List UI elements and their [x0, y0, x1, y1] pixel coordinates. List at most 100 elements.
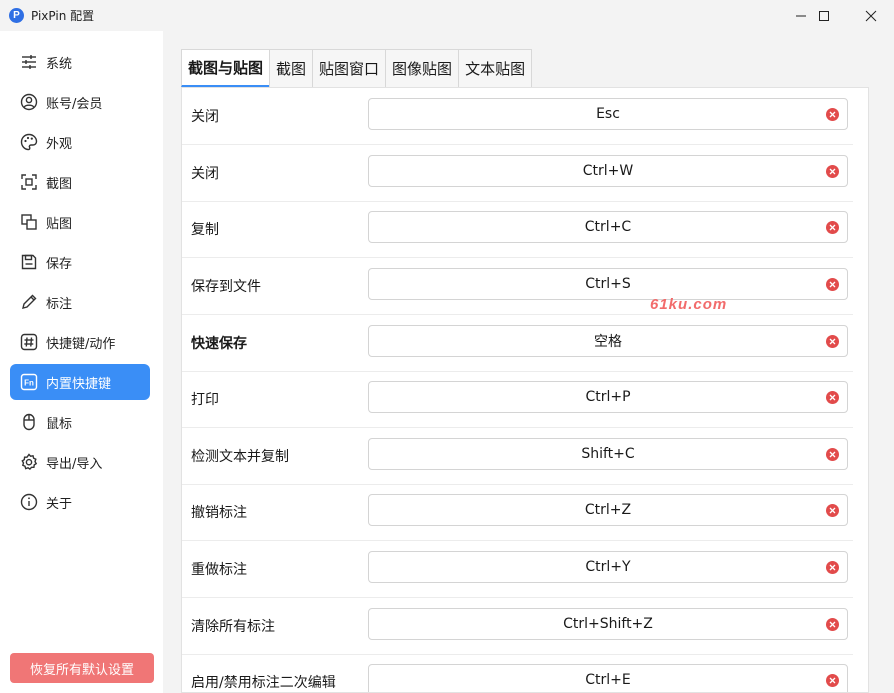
shortcut-action-label: 重做标注	[191, 562, 247, 578]
shortcut-key-field[interactable]: Ctrl+E	[368, 664, 848, 692]
pen-icon	[20, 293, 38, 311]
maximize-button[interactable]	[801, 0, 847, 31]
shortcut-key-field[interactable]: Ctrl+Z	[368, 494, 848, 526]
shortcut-key-field[interactable]: Ctrl+S	[368, 268, 848, 300]
shortcut-action-label: 启用/禁用标注二次编辑	[191, 675, 336, 691]
sidebar-item-label: 导出/导入	[46, 456, 103, 472]
scrollbar-track[interactable]	[853, 88, 868, 692]
mouse-icon	[20, 413, 38, 431]
shortcut-key-value: Ctrl+C	[584, 219, 632, 235]
shortcut-key-field[interactable]: Esc	[368, 98, 848, 130]
shortcut-row: 关闭 Esc	[182, 88, 854, 145]
shortcut-key-field[interactable]: 空格	[368, 325, 848, 357]
palette-icon	[20, 133, 38, 151]
clear-shortcut-icon[interactable]	[826, 108, 839, 121]
svg-text:Fn: Fn	[24, 379, 34, 388]
clear-shortcut-icon[interactable]	[826, 504, 839, 517]
sidebar-item-builtin-hotkeys[interactable]: Fn 内置快捷键	[10, 364, 150, 400]
shortcut-row: 复制 Ctrl+C	[182, 201, 854, 258]
info-icon	[20, 493, 38, 511]
title-bar[interactable]: P PixPin 配置	[0, 0, 894, 31]
sidebar-item-pin[interactable]: 贴图	[10, 204, 150, 240]
sidebar-item-mouse[interactable]: 鼠标	[10, 404, 150, 440]
shortcut-key-field[interactable]: Ctrl+Y	[368, 551, 848, 583]
shortcut-key-value: Ctrl+Shift+Z	[563, 616, 653, 632]
sidebar-item-label: 标注	[46, 296, 73, 312]
shortcut-row: 快速保存 空格	[182, 315, 854, 372]
shortcut-action-label: 快速保存	[191, 336, 247, 352]
shortcut-action-label: 撤销标注	[191, 505, 247, 521]
pin-icon	[20, 213, 38, 231]
shortcut-row: 重做标注 Ctrl+Y	[182, 541, 854, 598]
shortcut-action-label: 检测文本并复制	[191, 449, 289, 465]
clear-shortcut-icon[interactable]	[826, 674, 839, 687]
tab-bar: 截图与贴图 截图 贴图窗口 图像贴图 文本贴图	[181, 49, 533, 87]
shortcut-list: 关闭 Esc 关闭 Ctrl+W 复制 Ctrl+C 保存到文件 Ctrl+S	[181, 87, 869, 693]
sidebar-item-about[interactable]: 关于	[10, 484, 150, 520]
sidebar-item-annotate[interactable]: 标注	[10, 284, 150, 320]
gear-icon	[20, 453, 38, 471]
tab-image-pin[interactable]: 图像贴图	[385, 49, 460, 87]
shortcut-key-field[interactable]: Ctrl+W	[368, 155, 848, 187]
shortcut-row: 启用/禁用标注二次编辑 Ctrl+E	[182, 654, 854, 692]
clear-shortcut-icon[interactable]	[826, 618, 839, 631]
shortcut-key-value: Ctrl+S	[585, 276, 631, 292]
shortcut-key-field[interactable]: Ctrl+C	[368, 211, 848, 243]
hashtag-icon	[20, 333, 38, 351]
sidebar-item-label: 系统	[46, 56, 73, 72]
sliders-icon	[20, 53, 38, 71]
sidebar-item-save[interactable]: 保存	[10, 244, 150, 280]
sidebar-item-screenshot[interactable]: 截图	[10, 164, 150, 200]
reset-defaults-button[interactable]: 恢复所有默认设置	[10, 653, 154, 683]
shortcut-key-value: Ctrl+P	[585, 389, 631, 405]
sidebar-item-hotkeys[interactable]: 快捷键/动作	[10, 324, 150, 360]
sidebar-item-label: 鼠标	[46, 416, 73, 432]
fn-key-icon: Fn	[20, 373, 38, 391]
sidebar-item-label: 截图	[46, 176, 73, 192]
user-icon	[20, 93, 38, 111]
shortcut-key-value: Ctrl+W	[582, 163, 634, 179]
sidebar: 系统 账号/会员 外观 截图 贴图 保存 标注 快捷键/动作 Fn 内置快捷键 …	[0, 31, 163, 693]
sidebar-item-label: 账号/会员	[46, 96, 103, 112]
shortcut-key-value: 空格	[594, 334, 622, 350]
shortcut-row: 检测文本并复制 Shift+C	[182, 428, 854, 485]
shortcut-row: 关闭 Ctrl+W	[182, 145, 854, 202]
close-button[interactable]	[848, 0, 894, 31]
sidebar-item-label: 关于	[46, 496, 73, 512]
shortcut-row: 撤销标注 Ctrl+Z	[182, 484, 854, 541]
tab-text-pin[interactable]: 文本贴图	[458, 49, 533, 87]
screenshot-icon	[20, 173, 38, 191]
shortcut-key-field[interactable]: Shift+C	[368, 438, 848, 470]
close-icon	[865, 10, 877, 21]
sidebar-item-label: 保存	[46, 256, 73, 272]
shortcut-row: 清除所有标注 Ctrl+Shift+Z	[182, 598, 854, 655]
settings-window: P PixPin 配置 系统 账号/会员 外观 截图 贴图 保存 标注 快捷键/…	[0, 0, 894, 693]
sidebar-item-system[interactable]: 系统	[10, 44, 150, 80]
shortcut-key-field[interactable]: Ctrl+Shift+Z	[368, 608, 848, 640]
shortcut-key-field[interactable]: Ctrl+P	[368, 381, 848, 413]
shortcut-action-label: 关闭	[191, 166, 219, 182]
shortcut-action-label: 关闭	[191, 109, 219, 125]
shortcut-action-label: 复制	[191, 222, 219, 238]
app-logo: P	[9, 8, 24, 23]
sidebar-item-label: 贴图	[46, 216, 73, 232]
clear-shortcut-icon[interactable]	[826, 278, 839, 291]
sidebar-item-export-import[interactable]: 导出/导入	[10, 444, 150, 480]
clear-shortcut-icon[interactable]	[826, 448, 839, 461]
shortcut-key-value: Ctrl+Z	[584, 502, 632, 518]
clear-shortcut-icon[interactable]	[826, 391, 839, 404]
sidebar-item-account[interactable]: 账号/会员	[10, 84, 150, 120]
sidebar-item-label: 外观	[46, 136, 73, 152]
shortcut-key-value: Ctrl+Y	[585, 559, 631, 575]
shortcut-key-value: Shift+C	[581, 446, 635, 462]
sidebar-item-appearance[interactable]: 外观	[10, 124, 150, 160]
clear-shortcut-icon[interactable]	[826, 221, 839, 234]
tab-pin-window[interactable]: 贴图窗口	[312, 49, 387, 87]
shortcut-key-value: Esc	[596, 106, 620, 122]
tab-screenshot-and-pin[interactable]: 截图与贴图	[181, 49, 271, 87]
clear-shortcut-icon[interactable]	[826, 561, 839, 574]
save-icon	[20, 253, 38, 271]
clear-shortcut-icon[interactable]	[826, 165, 839, 178]
clear-shortcut-icon[interactable]	[826, 335, 839, 348]
tab-screenshot[interactable]: 截图	[269, 49, 314, 87]
